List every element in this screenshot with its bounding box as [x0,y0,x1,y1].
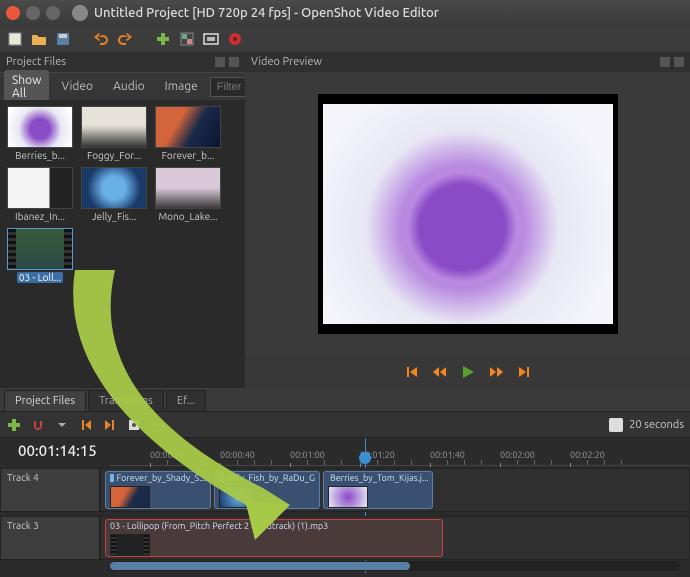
clip-thumb [219,486,259,508]
bottom-tabs: Project Files Transitions Ef... [0,388,690,412]
title-bar: Untitled Project [HD 720p 24 fps] - Open… [0,0,690,26]
transport-controls [245,356,690,388]
center-playhead-icon[interactable] [126,417,142,433]
ruler-tick: 00:01:00 [290,450,325,460]
clip-thumb [328,486,368,508]
video-preview-title: Video Preview [251,56,322,68]
filter-video[interactable]: Video [53,76,101,97]
ruler-tick: 00:01:40 [430,450,465,460]
file-item[interactable]: Mono_Lake... [154,167,222,222]
timeline[interactable]: 00:01:14:15 00:00:20 00:00:40 00:01:00 00:0… [0,438,690,573]
undo-icon[interactable] [92,30,110,48]
video-preview-header: Video Preview [245,52,690,72]
timecode: 00:01:14:15 [18,442,97,459]
fast-forward-icon[interactable] [487,363,505,381]
zoom-label: 20 seconds [629,419,684,431]
window-title: Untitled Project [HD 720p 24 fps] - Open… [94,6,439,20]
track-header-4[interactable]: Track 4 [0,468,100,512]
track-lane-3[interactable]: 03 - Lollipop (From_Pitch Perfect 2 ound… [100,516,690,560]
file-label: Ibanez_In... [15,211,65,222]
open-project-icon[interactable] [30,30,48,48]
file-thumb [155,167,221,209]
profile-icon[interactable] [178,30,196,48]
export-icon[interactable] [226,30,244,48]
fullscreen-icon[interactable] [202,30,220,48]
panel-close-icon[interactable] [674,57,684,67]
file-thumb [81,106,147,148]
razor-dropdown-icon[interactable] [54,417,70,433]
ruler-tick: 00:02:00 [500,450,535,460]
jump-start-icon[interactable] [403,363,421,381]
clip-marker-icon [219,474,224,482]
ruler-tick: 00:00:40 [220,450,255,460]
panel-float-icon[interactable] [215,57,225,67]
file-thumb [7,106,73,148]
files-grid[interactable]: Berries_b... Foggy_For... Forever_b... Iban… [0,100,245,388]
clip-thumb [110,534,150,556]
file-item[interactable]: 03 - Loll... [6,228,74,283]
redo-icon[interactable] [116,30,134,48]
file-thumb [7,167,73,209]
zoom-slider-icon[interactable] [609,418,623,432]
add-track-icon[interactable] [6,417,22,433]
project-files-panel: Project Files Show All Video Audio Image… [0,52,245,388]
timeline-dropdown-icon[interactable]: ⋯ [150,417,166,433]
filter-image[interactable]: Image [157,76,206,97]
save-project-icon[interactable] [54,30,72,48]
file-label: Forever_b... [162,150,215,161]
file-thumb [155,106,221,148]
file-label: 03 - Loll... [17,272,63,283]
file-item[interactable]: Foggy_For... [80,106,148,161]
file-label: Foggy_For... [87,150,141,161]
rewind-icon[interactable] [431,363,449,381]
clip-berries[interactable]: Berries_by_Tom_Kijas.j... [323,471,433,509]
main-toolbar [0,26,690,52]
snap-icon[interactable] [30,417,46,433]
filter-bar: Show All Video Audio Image [0,72,245,100]
window-close-button[interactable] [6,6,20,20]
marker-prev-icon[interactable] [78,417,94,433]
preview-image [323,104,613,324]
file-thumb [81,167,147,209]
filter-show-all[interactable]: Show All [4,70,49,104]
clip-jellyfish[interactable]: Jelly_Fish_by_RaDu_G [214,471,320,509]
tab-transitions[interactable]: Transitions [88,390,164,411]
file-label: Jelly_Fis... [92,211,137,222]
new-project-icon[interactable] [6,30,24,48]
file-item[interactable]: Forever_b... [154,106,222,161]
track-lane-4[interactable]: Forever_by_Shady_S... Jelly_Fish_by_RaDu… [100,468,690,512]
play-icon[interactable] [459,363,477,381]
filter-audio[interactable]: Audio [105,76,153,97]
project-files-title: Project Files [6,56,66,68]
file-item[interactable]: Berries_b... [6,106,74,161]
clip-marker-icon [110,474,114,482]
file-label: Mono_Lake... [158,211,217,222]
preview-viewport[interactable] [245,72,690,356]
tab-project-files[interactable]: Project Files [4,390,86,411]
marker-next-icon[interactable] [102,417,118,433]
clip-lollipop[interactable]: 03 - Lollipop (From_Pitch Perfect 2 ound… [105,519,443,557]
window-minimize-button[interactable] [26,6,40,20]
clip-forever[interactable]: Forever_by_Shady_S... [105,471,211,509]
video-preview-panel: Video Preview [245,52,690,388]
file-item[interactable]: Ibanez_In... [6,167,74,222]
timeline-scrollbar-thumb[interactable] [110,562,410,570]
file-thumb [7,228,73,270]
track-header-3[interactable]: Track 3 [0,516,100,560]
panel-float-icon[interactable] [660,57,670,67]
tab-effects[interactable]: Ef... [166,390,206,411]
ruler-tick: 00:00:20 [150,450,185,460]
ruler-tick: 00:02:20 [570,450,605,460]
timeline-toolbar: ⋯ 20 seconds [0,412,690,438]
window-maximize-button[interactable] [46,6,60,20]
app-icon [72,5,88,21]
timeline-scrollbar[interactable] [110,561,680,571]
timeline-ruler[interactable]: 00:00:2000:00:4000:01:0000:01:2000:01:40… [110,438,690,466]
jump-end-icon[interactable] [515,363,533,381]
file-item[interactable]: Jelly_Fis... [80,167,148,222]
clip-thumb [110,486,150,508]
panel-close-icon[interactable] [229,57,239,67]
file-label: Berries_b... [15,150,65,161]
import-files-icon[interactable] [154,30,172,48]
